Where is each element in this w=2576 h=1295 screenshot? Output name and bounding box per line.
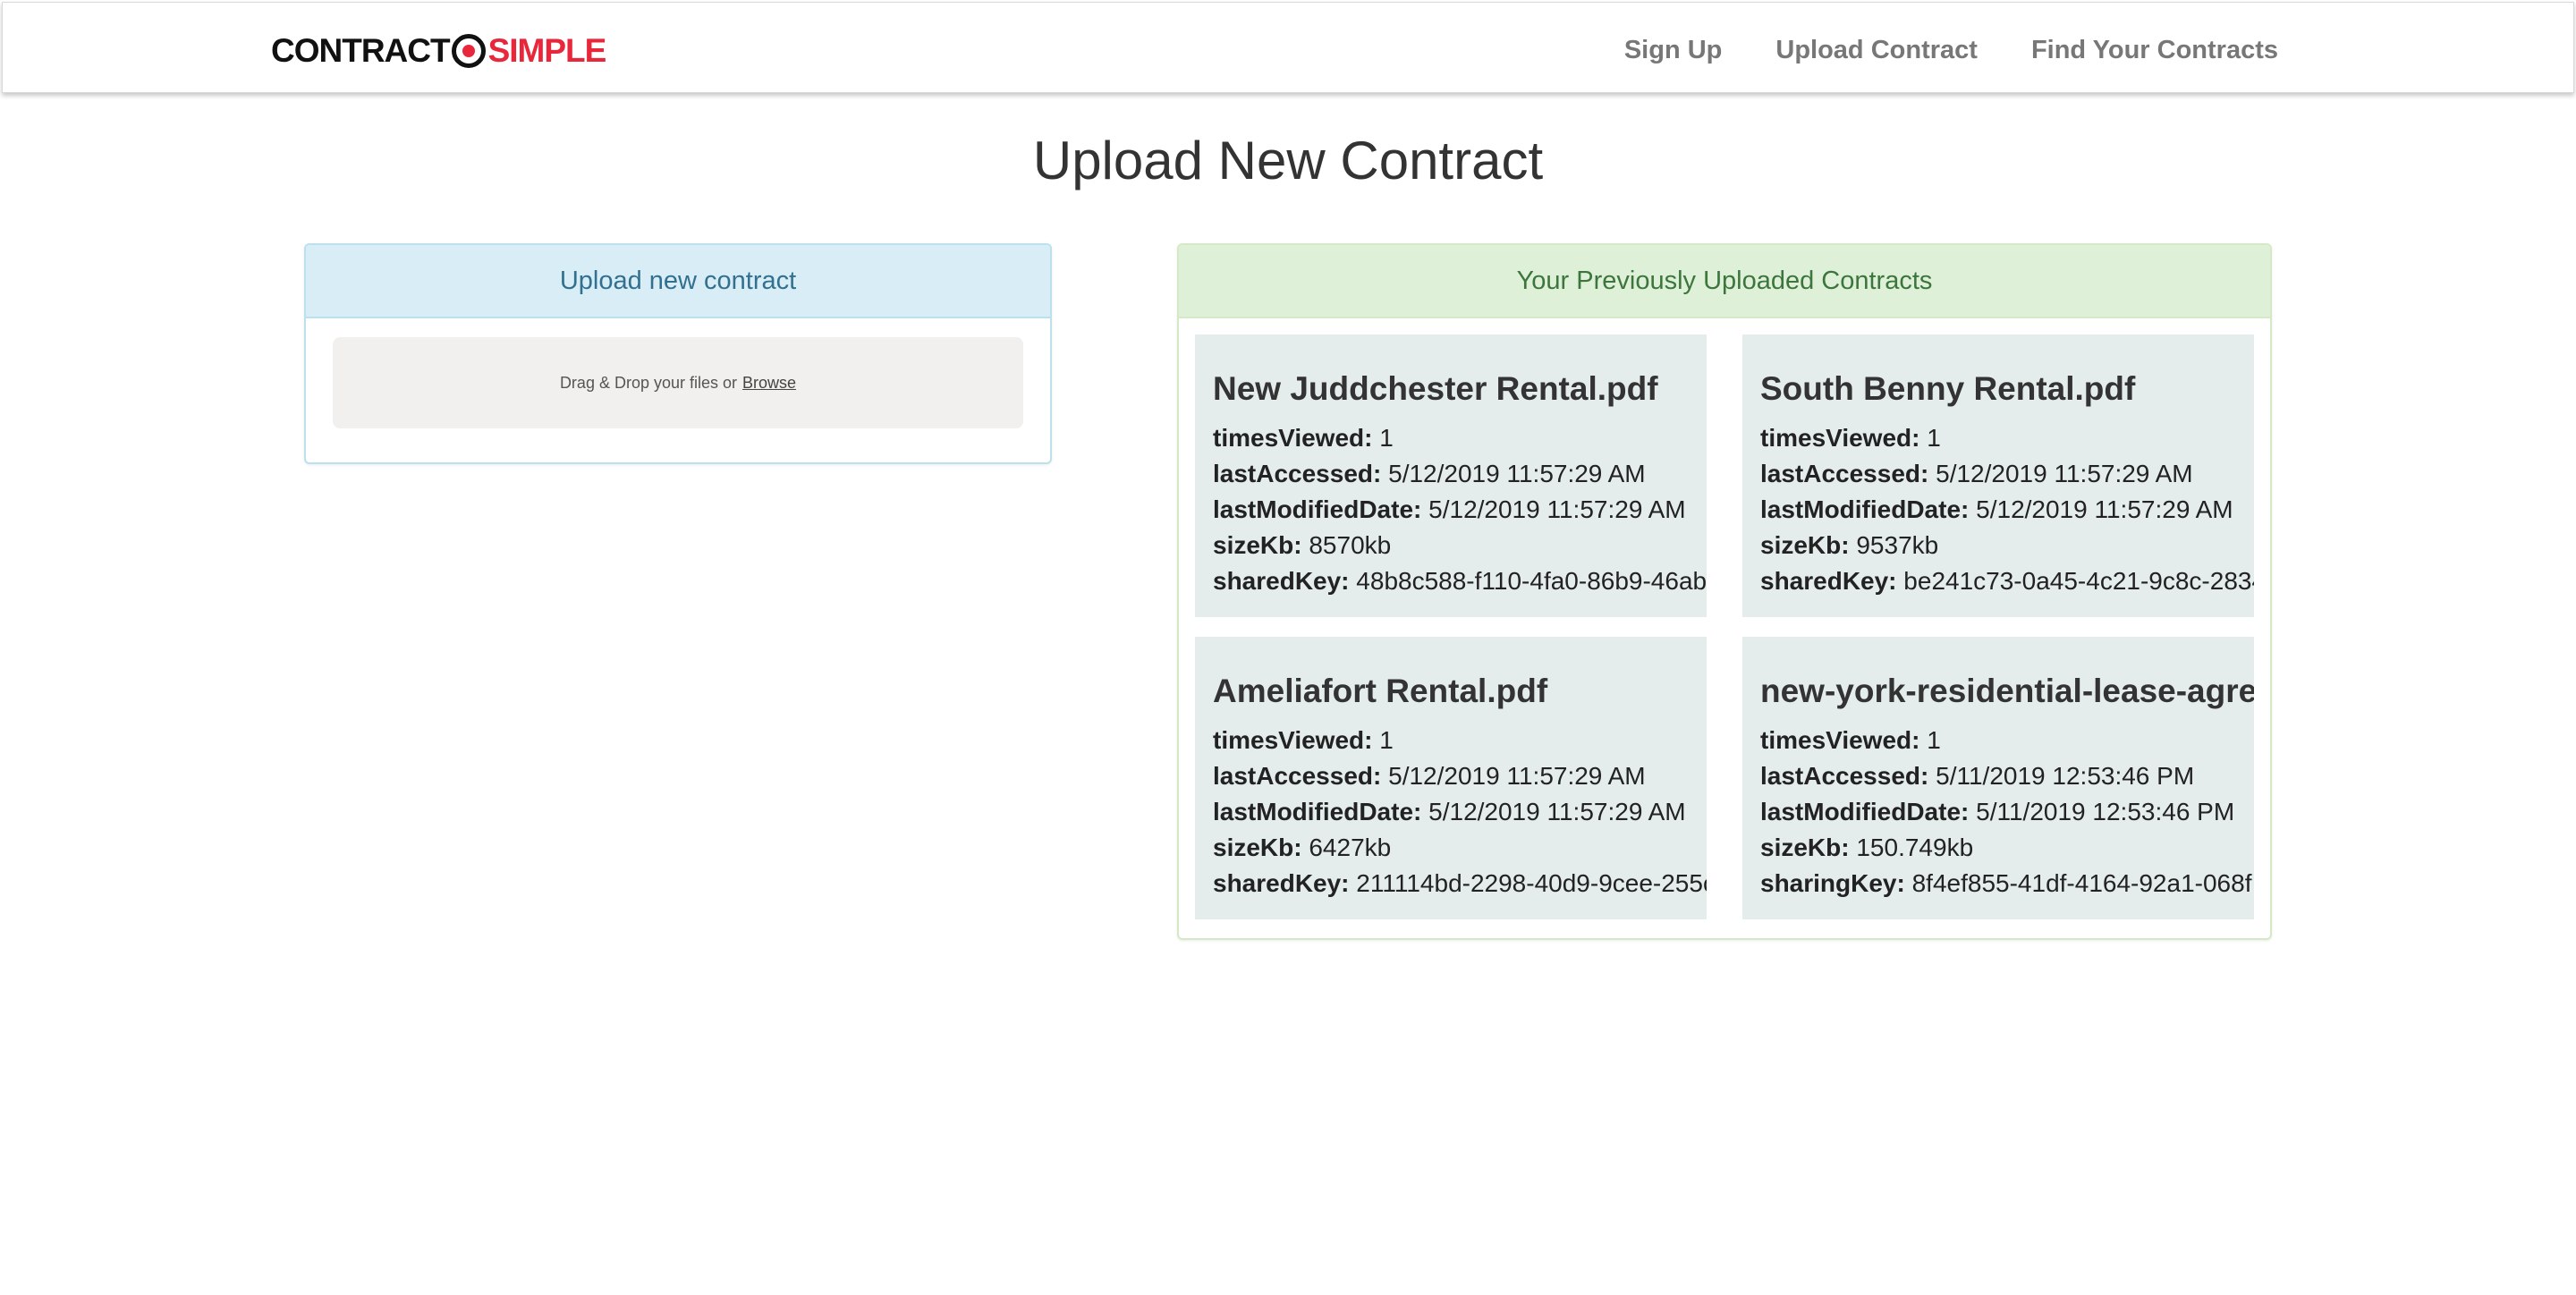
contract-field: sizeKb: 8570kb [1213, 531, 1392, 559]
contract-field: lastAccessed: 5/12/2019 11:57:29 AM [1213, 762, 1646, 790]
contract-field: timesViewed: 1 [1213, 726, 1394, 754]
contract-field: lastAccessed: 5/12/2019 11:57:29 AM [1213, 460, 1646, 487]
contract-field: lastModifiedDate: 5/12/2019 11:57:29 AM [1760, 495, 2233, 523]
logo[interactable]: CONTRACT SIMPLE [271, 33, 606, 69]
nav-link-upload-contract[interactable]: Upload Contract [1775, 36, 1978, 65]
contract-card[interactable]: New Juddchester Rental.pdf timesViewed: … [1195, 334, 1707, 617]
contract-field: sizeKb: 9537kb [1760, 531, 1939, 559]
contract-title: Ameliafort Rental.pdf [1213, 673, 1548, 709]
contract-field: sizeKb: 150.749kb [1760, 834, 1974, 861]
contract-field: sharedKey: 48b8c588-f110-4fa0-86b9-46ab [1213, 567, 1707, 595]
nav-link-find-contracts[interactable]: Find Your Contracts [2031, 36, 2278, 65]
contracts-panel-heading: Your Previously Uploaded Contracts [1179, 245, 2270, 318]
contract-field: lastAccessed: 5/11/2019 12:53:46 PM [1760, 762, 2195, 790]
contract-field: lastModifiedDate: 5/12/2019 11:57:29 AM [1213, 495, 1686, 523]
contract-title: New Juddchester Rental.pdf [1213, 370, 1658, 407]
contract-card[interactable]: South Benny Rental.pdf timesViewed: 1 la… [1742, 334, 2254, 617]
contract-card[interactable]: Ameliafort Rental.pdf timesViewed: 1 las… [1195, 637, 1707, 919]
contract-title: new-york-residential-lease-agree [1760, 673, 2254, 709]
nav-links: Sign Up Upload Contract Find Your Contra… [1624, 30, 2278, 71]
file-dropzone[interactable]: Drag & Drop your files or Browse [333, 337, 1023, 428]
dropzone-text: Drag & Drop your files or [559, 373, 738, 392]
contract-field: timesViewed: 1 [1760, 424, 1941, 452]
browse-link[interactable]: Browse [742, 374, 796, 393]
contract-field: sharedKey: 211114bd-2298-40d9-9cee-255c [1213, 869, 1707, 897]
contract-field: lastModifiedDate: 5/11/2019 12:53:46 PM [1760, 798, 2235, 825]
target-icon [451, 34, 486, 68]
contract-title: South Benny Rental.pdf [1760, 370, 2136, 407]
navbar: CONTRACT SIMPLE Sign Up Upload Contract … [2, 2, 2574, 93]
upload-panel: Upload new contract Drag & Drop your fil… [304, 243, 1052, 464]
upload-panel-heading: Upload new contract [306, 245, 1050, 318]
contract-field: timesViewed: 1 [1760, 726, 1941, 754]
contract-card[interactable]: new-york-residential-lease-agree timesVi… [1742, 637, 2254, 919]
contracts-panel: Your Previously Uploaded Contracts New J… [1177, 243, 2272, 940]
nav-link-sign-up[interactable]: Sign Up [1624, 36, 1723, 65]
logo-text-left: CONTRACT [271, 32, 451, 69]
contract-field: lastModifiedDate: 5/12/2019 11:57:29 AM [1213, 798, 1686, 825]
page-title: Upload New Contract [1032, 131, 1544, 190]
logo-text-right: SIMPLE [487, 32, 607, 69]
contract-field: timesViewed: 1 [1213, 424, 1394, 452]
contract-field: sharingKey: 8f4ef855-41df-4164-92a1-068f [1760, 869, 2252, 897]
contract-field: lastAccessed: 5/12/2019 11:57:29 AM [1760, 460, 2193, 487]
contract-field: sharedKey: be241c73-0a45-4c21-9c8c-2834 [1760, 567, 2254, 595]
contract-field: sizeKb: 6427kb [1213, 834, 1392, 861]
